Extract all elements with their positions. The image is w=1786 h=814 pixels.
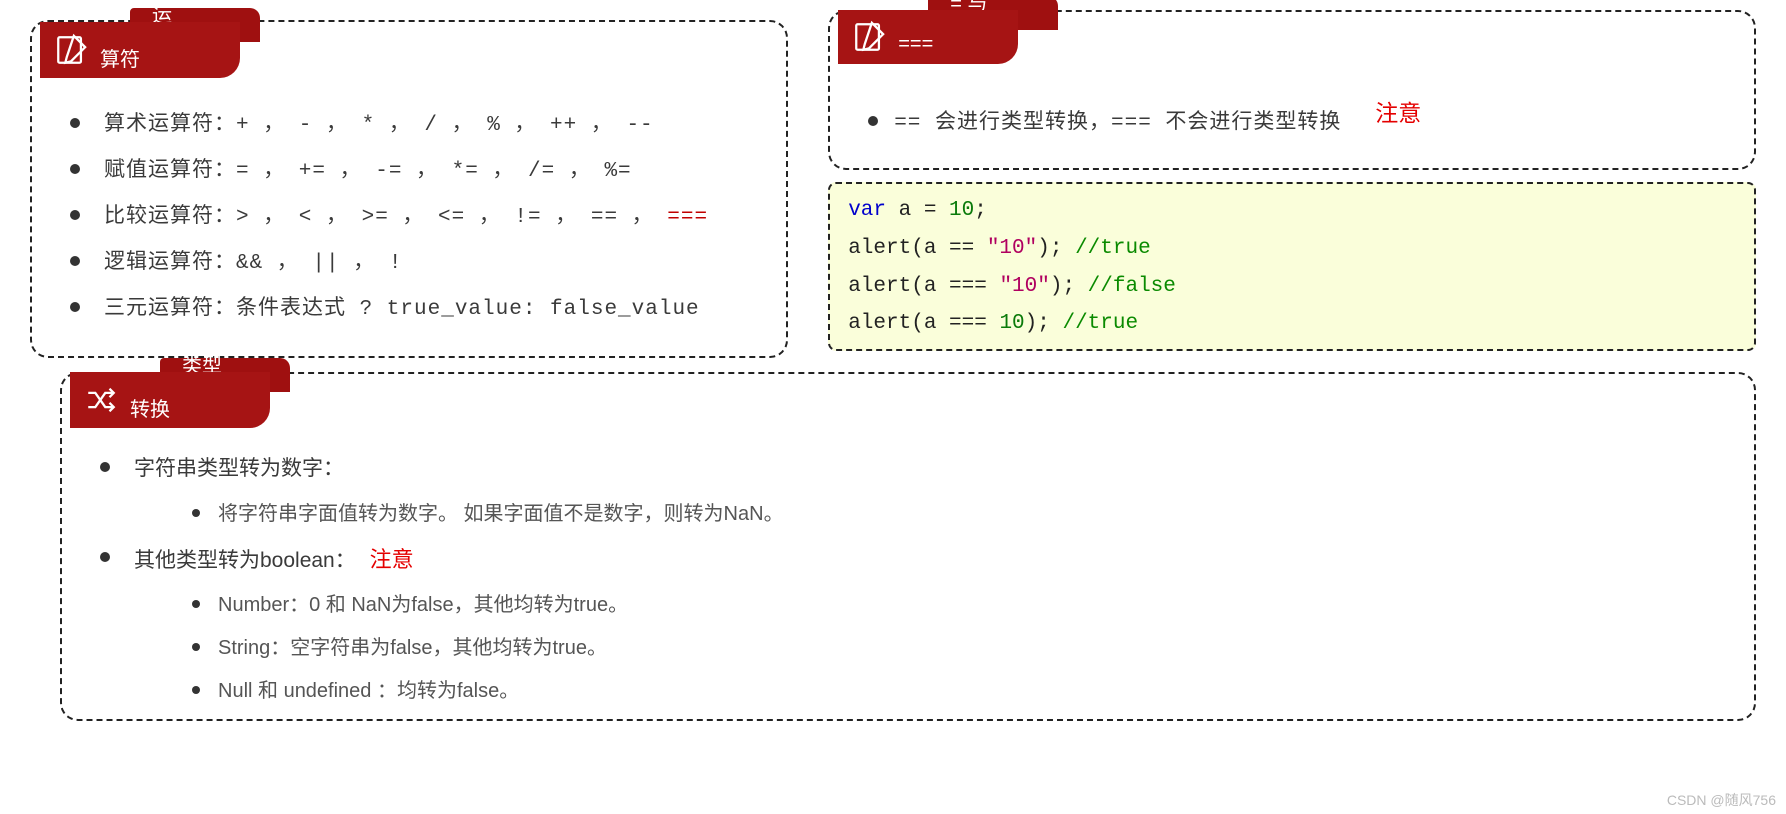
type-list: 字符串类型转为数字： 将字符串字面值转为数字。 如果字面值不是数字，则转为NaN… <box>92 446 1730 713</box>
list-item: 逻辑运算符：&& ， || ， ! <box>62 240 762 286</box>
list-item: String：空字符串为false，其他均转为true。 <box>188 627 1730 670</box>
equality-tab-front-label: === <box>898 33 933 56</box>
equality-list: == 会进行类型转换，=== 不会进行类型转换 <box>860 100 1730 146</box>
operators-panel: 运 算符 算术运算符：+ ， - ， * ， / ， % ， ++ ， -- 赋… <box>30 20 788 358</box>
list-item: Null 和 undefined ：均转为false。 <box>188 670 1730 713</box>
code-line: var a = 10; <box>848 192 1736 230</box>
list-item: 三元运算符：条件表达式 ? true_value: false_value <box>62 286 762 332</box>
equality-panel: = 与 === 注意 == 会进行类型转换，=== 不会进行类型转换 <box>828 10 1756 170</box>
code-line: alert(a === "10"); //false <box>848 268 1736 306</box>
shuffle-icon <box>84 383 118 417</box>
code-block: var a = 10; alert(a == "10"); //true ale… <box>828 182 1756 351</box>
code-line: alert(a == "10"); //true <box>848 230 1736 268</box>
type-conversion-panel: 类型 转换 字符串类型转为数字： 将字符串字面值转为数字。 如果字面值不是数字，… <box>60 372 1756 721</box>
list-item: 字符串类型转为数字： 将字符串字面值转为数字。 如果字面值不是数字，则转为NaN… <box>92 446 1730 535</box>
edit-icon <box>852 20 886 54</box>
type-tab-front-label: 转换 <box>130 393 170 422</box>
operators-list: 算术运算符：+ ， - ， * ， / ， % ， ++ ， -- 赋值运算符：… <box>62 102 762 332</box>
edit-icon <box>54 33 88 67</box>
list-item: 赋值运算符：= ， += ， -= ， *= ， /= ， %= <box>62 148 762 194</box>
notice-label: 注意 <box>370 547 414 572</box>
list-item: 算术运算符：+ ， - ， * ， / ， % ， ++ ， -- <box>62 102 762 148</box>
list-item: 将字符串字面值转为数字。 如果字面值不是数字，则转为NaN。 <box>188 493 1730 536</box>
code-line: alert(a === 10); //true <box>848 305 1736 343</box>
list-item: 比较运算符：> ， < ， >= ， <= ， != ， == ， === <box>62 194 762 240</box>
list-item: Number：0 和 NaN为false，其他均转为true。 <box>188 584 1730 627</box>
operators-tab-front-label: 算符 <box>100 43 140 72</box>
list-item: 其他类型转为boolean： 注意 Number：0 和 NaN为false，其… <box>92 536 1730 713</box>
list-item: == 会进行类型转换，=== 不会进行类型转换 <box>860 100 1730 146</box>
watermark: CSDN @随风756 <box>1667 790 1776 810</box>
